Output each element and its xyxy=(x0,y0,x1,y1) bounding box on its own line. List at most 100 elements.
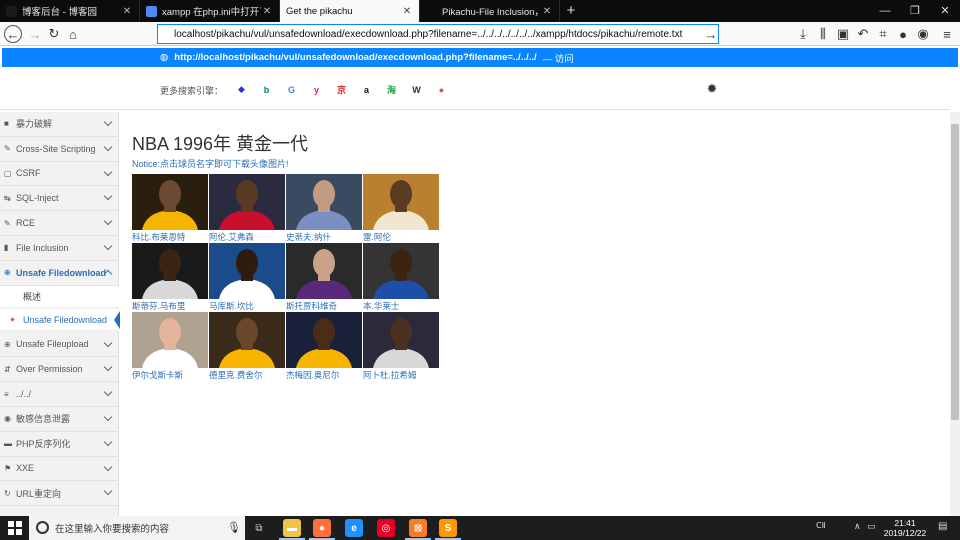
file-explorer-icon[interactable]: ▬ xyxy=(283,519,301,537)
player-download-link[interactable]: 德里克.费舍尔 xyxy=(209,369,262,381)
firefox-icon[interactable]: ● xyxy=(313,519,331,537)
close-tab-icon[interactable]: ✕ xyxy=(261,6,273,17)
sidebar-button[interactable]: ▣ xyxy=(834,25,852,43)
player-photo xyxy=(286,174,362,230)
player-download-link[interactable]: 阿卜杜.拉希姆 xyxy=(363,369,416,381)
sidebar-subitem-1[interactable]: 概述 xyxy=(0,285,119,308)
windows-start-button[interactable] xyxy=(8,521,22,535)
player-download-link[interactable]: 杰梅因.奥尼尔 xyxy=(286,369,339,381)
player-download-link[interactable]: 阿伦.艾弗森 xyxy=(209,231,254,243)
chat-button[interactable]: ● xyxy=(894,25,912,43)
edge-icon[interactable]: e xyxy=(345,519,363,537)
sidebar-item-14[interactable]: ↻ URL重定向 xyxy=(0,481,119,507)
library-button[interactable]: ⫼ xyxy=(814,25,832,43)
sidebar-item-4[interactable]: ↹ SQL-Inject xyxy=(0,186,119,212)
sidebar-item-13[interactable]: ⚑ XXE xyxy=(0,457,119,482)
tab-title: Pikachu-File Inclusion，Unsafe xyxy=(442,7,541,18)
wikipedia-icon[interactable]: W xyxy=(411,84,422,95)
player-download-link[interactable]: 伊尔戈斯卡斯 xyxy=(132,369,183,381)
sidebar-item-label: SQL-Inject xyxy=(16,193,59,204)
player-download-link[interactable]: 斯蒂芬.马布里 xyxy=(132,300,185,312)
jd-icon[interactable]: 京 xyxy=(336,84,347,95)
forward-button[interactable]: → xyxy=(26,25,44,43)
library-icon: ⫼ xyxy=(820,26,826,41)
new-tab-button[interactable]: + xyxy=(560,0,582,22)
close-tab-icon[interactable]: ✕ xyxy=(121,6,133,17)
sidebar-item-label: 暴力破解 xyxy=(16,119,53,130)
reload-button[interactable]: ↻ xyxy=(45,25,63,43)
sidebar-item-5[interactable]: ✎ RCE xyxy=(0,211,119,236)
sidebar-item-7[interactable]: ⊕ Unsafe Filedownload xyxy=(0,261,119,286)
player-silhouette-icon xyxy=(373,180,429,230)
close-window-button[interactable]: ✕ xyxy=(930,0,960,22)
taobao-icon[interactable]: 淘 xyxy=(386,84,397,95)
player-download-link[interactable]: 本.华莱士 xyxy=(363,300,399,312)
player-card: 斯蒂芬.马布里 xyxy=(132,243,208,311)
menu-button[interactable]: ≡ xyxy=(938,25,956,43)
home-button[interactable]: ⌂ xyxy=(64,25,82,43)
sidebar-item-label: CSRF xyxy=(16,168,41,179)
sidebar-item-12[interactable]: ▬ PHP反序列化 xyxy=(0,432,119,457)
player-silhouette-icon xyxy=(219,249,275,299)
tray-chevron-up-icon[interactable]: ∧ xyxy=(854,521,861,532)
player-silhouette-icon xyxy=(296,318,352,368)
sidebar-item-6[interactable]: ▮ File Inclusion xyxy=(0,236,119,261)
sidebar-item-label: ../../ xyxy=(16,389,32,400)
downloads-button[interactable]: ⤓ xyxy=(794,25,812,43)
tray-network-icon[interactable]: ▭ xyxy=(867,521,876,532)
sidebar-subitem-2[interactable]: Unsafe Filedownload xyxy=(0,309,120,332)
eye-icon: ◉ xyxy=(4,414,11,424)
tray-ime-icon[interactable]: ⅭⅡ xyxy=(816,521,826,530)
tab-4[interactable]: Pikachu-File Inclusion，Unsafe✕ xyxy=(420,0,560,22)
player-download-link[interactable]: 马库斯.坎比 xyxy=(209,300,254,312)
player-download-link[interactable]: 斯托贾科维奇 xyxy=(286,300,337,312)
taskbar-clock[interactable]: 21:41 2019/12/22 xyxy=(880,518,930,538)
xampp-icon[interactable]: ⊠ xyxy=(409,519,427,537)
sidebar-item-3[interactable]: ▢ CSRF xyxy=(0,162,119,187)
sidebar-item-11[interactable]: ◉ 敏感信息泄露 xyxy=(0,407,119,432)
minimize-window-button[interactable]: — xyxy=(870,0,900,22)
amazon-icon[interactable]: a xyxy=(361,84,372,95)
back-button[interactable]: ← xyxy=(4,25,22,43)
player-silhouette-icon xyxy=(142,249,198,299)
tab-3[interactable]: Get the pikachu ✕ xyxy=(280,0,420,22)
duckduckgo-icon[interactable]: ● xyxy=(436,84,447,95)
tab-2[interactable]: xampp 在php.ini中打开了两所✕ xyxy=(140,0,280,22)
netease-music-icon[interactable]: ◎ xyxy=(377,519,395,537)
baidu-icon[interactable]: ◆ xyxy=(236,84,247,95)
chevron-icon xyxy=(103,412,113,422)
undo-button[interactable]: ↶ xyxy=(854,25,872,43)
taskbar: 在这里输入你要搜索的内容 🎙 ⧉ ⅭⅡ ∧ ▭ 21:41 2019/12/22… xyxy=(0,516,960,540)
task-view-button[interactable]: ⧉ xyxy=(250,519,268,537)
url-suggestion[interactable]: ◍ http://localhost/pikachu/vul/unsafedow… xyxy=(2,48,958,67)
screenshot-button[interactable]: ⌗ xyxy=(874,25,892,43)
taskbar-search[interactable]: 在这里输入你要搜索的内容 🎙 xyxy=(29,516,245,540)
player-download-link[interactable]: 史蒂夫.纳什 xyxy=(286,231,331,243)
go-button[interactable]: → xyxy=(702,25,720,43)
restore-window-button[interactable]: ❐ xyxy=(900,0,930,22)
tab-favicon-icon xyxy=(426,5,437,17)
notification-icon[interactable]: ▤ xyxy=(938,521,947,532)
chevron-icon xyxy=(103,487,113,496)
sidebar-item-8[interactable]: ⊕ Unsafe Fileupload xyxy=(0,333,119,358)
cortana-icon xyxy=(36,521,49,534)
address-bar[interactable]: localhost/pikachu/vul/unsafedownload/exe… xyxy=(157,24,719,44)
scrollbar-thumb[interactable] xyxy=(951,124,959,420)
google-icon[interactable]: G xyxy=(286,84,297,95)
account-button[interactable]: ◉ xyxy=(914,25,932,43)
player-download-link[interactable]: 科比.布莱恩特 xyxy=(132,231,185,243)
sidebar-item-9[interactable]: ⇵ Over Permission xyxy=(0,357,119,383)
close-tab-icon[interactable]: ✕ xyxy=(401,6,413,17)
search-settings-button[interactable]: ✹ xyxy=(703,80,721,98)
player-download-link[interactable]: 雷.阿伦 xyxy=(363,231,391,243)
close-tab-icon[interactable]: ✕ xyxy=(541,6,553,17)
sidebar-item-10[interactable]: ≡ ../../ xyxy=(0,382,119,407)
bing-icon[interactable]: b xyxy=(261,84,272,95)
yahoo-icon[interactable]: y xyxy=(311,84,322,95)
sidebar-item-2[interactable]: ✎ Cross-Site Scripting xyxy=(0,137,119,162)
redirect-icon: ↻ xyxy=(4,488,11,498)
player-card: 杰梅因.奥尼尔 xyxy=(286,312,362,380)
sublime-icon[interactable]: S xyxy=(439,519,457,537)
tab-1[interactable]: 博客后台 - 博客园 ✕ xyxy=(0,0,140,22)
sidebar-item-1[interactable]: ■ 暴力破解 xyxy=(0,112,119,137)
